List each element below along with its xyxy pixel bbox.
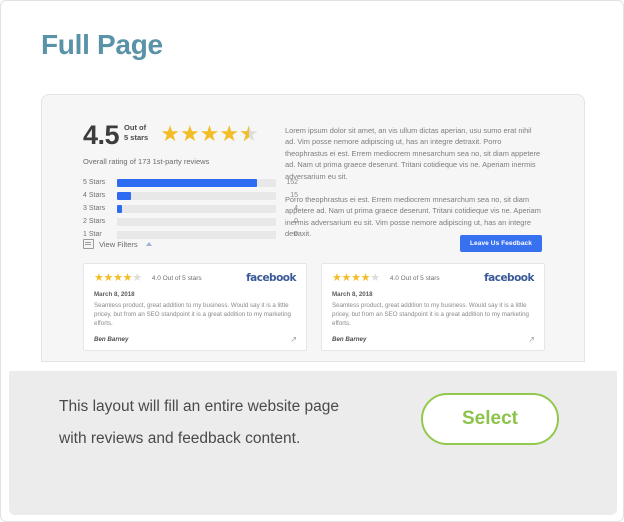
- share-icon[interactable]: ↗: [290, 335, 297, 344]
- distribution-label: 2 Stars: [83, 218, 106, 226]
- distribution-fill: [117, 178, 257, 187]
- leave-us-feedback-button[interactable]: Leave Us Feedback: [459, 235, 542, 252]
- review-author: Ben Barney: [94, 335, 129, 343]
- facebook-logo-icon: facebook: [484, 272, 534, 284]
- distribution-label: 5 Stars: [83, 179, 106, 187]
- rating-stars-icon: ★★★★★: [160, 123, 259, 146]
- empty-star-icon: ★: [132, 271, 142, 284]
- layout-description: This layout will fill an entire website …: [59, 398, 339, 447]
- rating-score-row: 4.5 Out of 5 stars ★★★★★: [83, 120, 298, 150]
- rating-out-of-line2: 5 stars: [124, 132, 149, 142]
- facebook-logo-icon: facebook: [246, 272, 296, 284]
- review-body: Seamless product, great addition to my b…: [332, 301, 529, 327]
- table-row: 3 Stars 4: [83, 203, 298, 215]
- rating-distribution: 5 Stars 152 4 Stars 15 3 Stars 4 2 Stars: [83, 177, 298, 241]
- review-card-row: ★★★★★ 4.0 Out of 5 stars facebook March …: [83, 263, 545, 351]
- review-body: Seamless product, great addition to my b…: [94, 301, 291, 327]
- distribution-label: 4 Stars: [83, 192, 106, 200]
- review-card[interactable]: ★★★★★ 4.0 Out of 5 stars facebook March …: [83, 263, 307, 351]
- overall-rating-text: Overall rating of 173 1st-party reviews: [83, 157, 210, 166]
- table-row: 5 Stars 152: [83, 177, 298, 189]
- review-date: March 8, 2018: [332, 291, 373, 298]
- page-title: Full Page: [41, 29, 163, 60]
- empty-star-icon: ★: [370, 271, 380, 284]
- distribution-fill: [117, 191, 132, 200]
- distribution-track: [117, 191, 276, 200]
- filter-icon: [83, 239, 94, 249]
- rating-score: 4.5: [83, 120, 120, 150]
- distribution-track: [117, 217, 276, 226]
- layout-option-card: Full Page 4.5 Out of 5 stars ★★★★★ Overa…: [0, 0, 624, 522]
- view-filters-toggle[interactable]: View Filters: [83, 239, 152, 249]
- share-icon[interactable]: ↗: [528, 335, 535, 344]
- description-copy: Lorem ipsum dolor sit amet, an vis ullum…: [285, 125, 543, 252]
- layout-preview-panel: 4.5 Out of 5 stars ★★★★★ Overall rating …: [41, 94, 585, 362]
- distribution-fill: [117, 204, 122, 213]
- view-filters-label: View Filters: [99, 239, 138, 249]
- distribution-label: 3 Stars: [83, 205, 106, 213]
- review-rating-text: 4.0 Out of 5 stars: [389, 274, 440, 282]
- distribution-track: [117, 178, 276, 187]
- distribution-track: [117, 204, 276, 213]
- half-star-icon: ★: [239, 123, 259, 146]
- review-author: Ben Barney: [332, 335, 367, 343]
- review-header: ★★★★★ 4.0 Out of 5 stars facebook: [332, 272, 534, 284]
- review-stars-icon: ★★★★★: [94, 271, 142, 284]
- distribution-track: [117, 230, 276, 239]
- table-row: 4 Stars 15: [83, 190, 298, 202]
- review-stars-icon: ★★★★★: [332, 271, 380, 284]
- select-button[interactable]: Select: [421, 393, 559, 445]
- copy-paragraph-1: Lorem ipsum dolor sit amet, an vis ullum…: [285, 126, 541, 181]
- review-rating-text: 4.0 Out of 5 stars: [151, 274, 202, 282]
- distribution-label: 1 Star: [83, 231, 102, 239]
- rating-summary: 4.5 Out of 5 stars ★★★★★ Overall rating …: [83, 122, 298, 242]
- copy-paragraph-2: Porro theophrastus ei est. Errem mediocr…: [285, 195, 541, 239]
- review-card[interactable]: ★★★★★ 4.0 Out of 5 stars facebook March …: [321, 263, 545, 351]
- rating-out-of: Out of 5 stars: [124, 123, 148, 142]
- review-date: March 8, 2018: [94, 291, 135, 298]
- rating-out-of-line1: Out of: [124, 123, 147, 132]
- table-row: 2 Stars 0: [83, 216, 298, 228]
- review-header: ★★★★★ 4.0 Out of 5 stars facebook: [94, 272, 296, 284]
- chevron-up-icon: [145, 242, 152, 246]
